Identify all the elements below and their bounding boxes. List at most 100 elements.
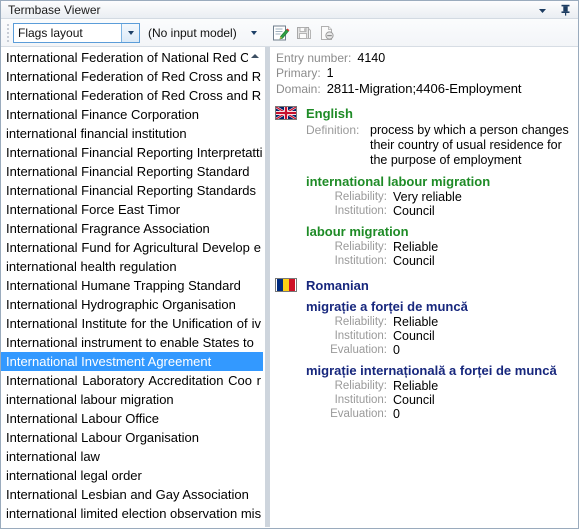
list-item[interactable]: International Investment Agreement [1, 352, 263, 371]
term-text[interactable]: migrație internațională a forței de munc… [273, 363, 578, 379]
language-name: Romanian [306, 277, 369, 293]
pin-icon[interactable] [559, 3, 572, 17]
chevron-down-icon[interactable] [121, 23, 139, 42]
language-block: Romanian migrație a forței de muncă Reliab… [273, 277, 578, 421]
definition-row: Definition: process by which a person cha… [273, 123, 578, 168]
viewer-content: International Federation of National Red… [1, 47, 578, 528]
list-item[interactable]: International Fragrance Association [1, 219, 263, 238]
term-attribute-value: Reliable [393, 379, 439, 393]
list-item[interactable]: international labour migration [1, 390, 263, 409]
layout-combobox[interactable]: Flags layout [13, 22, 140, 43]
list-item[interactable]: International Humane Trapping Standard [1, 276, 263, 295]
term-attribute-row: Evaluation: 0 [273, 407, 578, 421]
term-attribute-row: Reliability: Very reliable [273, 190, 578, 204]
term-attribute-label: Evaluation: [330, 408, 387, 420]
language-header: English [273, 105, 578, 121]
list-item[interactable]: International Labour Organisation [1, 428, 263, 447]
entry-header-value: 1 [326, 66, 334, 80]
list-item[interactable]: International Federation of National Red… [1, 48, 263, 67]
list-item[interactable]: International Financial Reporting Interp… [1, 143, 263, 162]
term-attribute-row: Reliability: Reliable [273, 240, 578, 254]
term-attribute-value: Very reliable [393, 190, 462, 204]
entry-header-value: 4140 [357, 51, 386, 65]
term-attribute-label: Institution: [334, 205, 387, 217]
definition-label: Definition: [306, 123, 360, 137]
term-attribute-row: Institution: Council [273, 329, 578, 343]
list-item[interactable]: international health regulation [1, 257, 263, 276]
list-item[interactable]: International Force East Timor [1, 200, 263, 219]
window-title: Termbase Viewer [8, 2, 101, 17]
list-item[interactable]: International Financial Reporting Standa… [1, 181, 263, 200]
term-text[interactable]: labour migration [273, 224, 578, 240]
save-button[interactable] [293, 22, 315, 44]
term-attribute-row: Reliability: Reliable [273, 315, 578, 329]
entry-header: Entry number: 4140 Primary: 1 Domain: 2811-Mi… [273, 51, 578, 96]
term-attribute-label: Reliability: [334, 191, 387, 203]
term-attribute-value: 0 [393, 343, 400, 357]
term-attribute-value: Council [393, 329, 435, 343]
list-item[interactable]: International Federation of Red Cross an… [1, 67, 263, 86]
toolbar-grip-handle[interactable] [4, 23, 11, 43]
language-block: English Definition: process by which a per… [273, 105, 578, 268]
term-attribute-label: Evaluation: [330, 344, 387, 356]
list-item[interactable]: International Lesbian and Gay Associatio… [1, 485, 263, 504]
list-item[interactable]: International Labour Office [1, 409, 263, 428]
term-attribute-label: Institution: [334, 330, 387, 342]
term-attribute-row: Institution: Council [273, 204, 578, 218]
term-attribute-row: Evaluation: 0 [273, 343, 578, 357]
window-bottom-edge [1, 527, 578, 528]
list-item[interactable]: international limited election observati… [1, 504, 263, 523]
caret-up-icon[interactable] [248, 49, 261, 63]
chevron-down-icon[interactable] [247, 24, 261, 42]
list-item[interactable]: International Hydrographic Organisation [1, 295, 263, 314]
term-attribute-row: Institution: Council [273, 254, 578, 268]
language-header: Romanian [273, 277, 578, 293]
panel-splitter[interactable] [264, 47, 271, 528]
language-name: English [306, 105, 353, 121]
list-item[interactable]: International Laboratory Accreditation C… [1, 371, 263, 390]
list-item[interactable]: International instrument to enable State… [1, 333, 263, 352]
entry-detail-panel: Entry number: 4140 Primary: 1 Domain: 2811-Mi… [271, 47, 578, 528]
term-attribute-label: Reliability: [334, 241, 387, 253]
input-model-combobox-value: (No input model) [148, 25, 237, 40]
term-text[interactable]: migrație a forței de muncă [273, 299, 578, 315]
list-item[interactable]: international law [1, 447, 263, 466]
term-attribute-row: Reliability: Reliable [273, 379, 578, 393]
entry-header-label: Entry number: [276, 51, 352, 65]
term-list-panel[interactable]: International Federation of National Red… [1, 47, 264, 528]
list-item[interactable]: international legal order [1, 466, 263, 485]
term-list: International Federation of National Red… [1, 47, 263, 528]
term-attribute-value: Council [393, 204, 435, 218]
edit-term-button[interactable] [270, 22, 292, 44]
term-text[interactable]: international labour migration [273, 174, 578, 190]
term-attribute-row: Institution: Council [273, 393, 578, 407]
term-attribute-value: 0 [393, 407, 400, 421]
list-item[interactable]: International Finance Corporation [1, 105, 263, 124]
list-item[interactable]: International Financial Reporting Standa… [1, 162, 263, 181]
layout-combobox-value: Flags layout [18, 25, 83, 40]
delete-entry-button[interactable] [316, 22, 338, 44]
entry-header-label: Domain: [276, 82, 321, 96]
viewer-toolbar: Flags layout (No input model) [1, 19, 578, 47]
term-attribute-value: Reliable [393, 315, 439, 329]
term-attribute-value: Council [393, 393, 435, 407]
list-item[interactable]: international financial institution [1, 124, 263, 143]
input-model-combobox[interactable]: (No input model) [146, 23, 261, 43]
entry-header-row: Primary: 1 [273, 66, 578, 81]
term-attribute-label: Institution: [334, 394, 387, 406]
list-item[interactable]: International Fund for Agricultural Deve… [1, 238, 263, 257]
entry-header-row: Entry number: 4140 [273, 51, 578, 66]
term-attribute-label: Reliability: [334, 316, 387, 328]
panel-menu-dropdown-icon[interactable] [536, 3, 549, 17]
list-item[interactable]: International Federation of Red Cross an… [1, 86, 263, 105]
entry-header-row: Domain: 2811-Migration;4406-Employment [273, 81, 578, 96]
termbase-viewer-window: Termbase Viewer Flags layout (No input m… [0, 0, 579, 529]
union-jack-flag-icon [275, 106, 297, 120]
entry-languages: English Definition: process by which a per… [273, 105, 578, 421]
titlebar-buttons [536, 1, 572, 19]
term-attribute-label: Reliability: [334, 380, 387, 392]
term-attribute-label: Institution: [334, 255, 387, 267]
list-item[interactable]: International Institute for the Unificat… [1, 314, 263, 333]
definition-text: process by which a person changes their … [370, 123, 569, 167]
term-attribute-value: Council [393, 254, 435, 268]
